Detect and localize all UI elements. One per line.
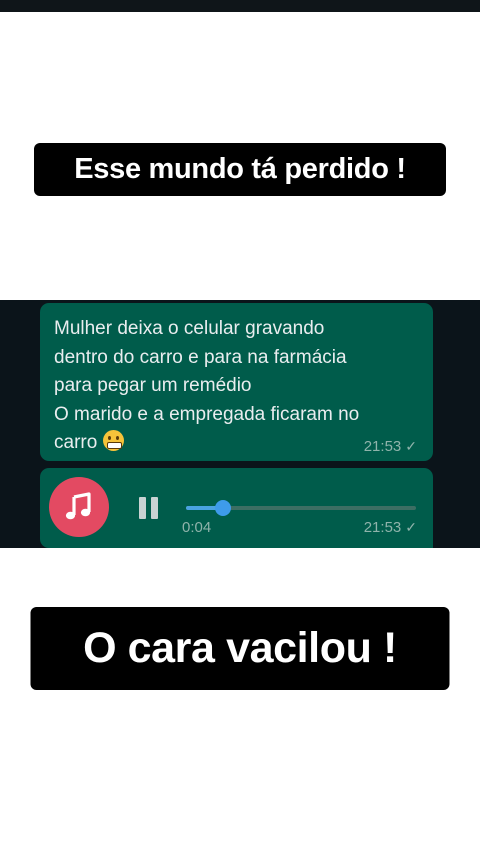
caption-top: Esse mundo tá perdido ! [34, 143, 446, 196]
audio-message-bubble[interactable]: 0:04 21:53 ✓ [40, 468, 433, 548]
text-message-bubble[interactable]: Mulher deixa o celular gravando dentro d… [40, 303, 433, 461]
check-icon: ✓ [405, 519, 417, 535]
music-note-icon [65, 492, 91, 520]
check-icon: ✓ [405, 438, 417, 454]
audio-seek-handle[interactable] [214, 500, 231, 516]
message-text: Mulher deixa o celular gravando dentro d… [54, 318, 360, 453]
audio-progress-track[interactable] [186, 500, 416, 516]
audio-thumbnail[interactable] [49, 477, 109, 537]
audio-meta: 21:53 ✓ [364, 519, 417, 536]
message-time: 21:53 [363, 438, 402, 455]
pause-button[interactable] [139, 497, 163, 519]
audio-time: 21:53 [363, 519, 402, 536]
watermark-icon: ◦ [312, 414, 315, 423]
audio-duration: 0:04 [182, 519, 212, 536]
grimacing-face-emoji [103, 430, 125, 451]
message-text-block: Mulher deixa o celular gravando dentro d… [54, 315, 426, 458]
top-status-strip [0, 0, 480, 12]
chat-screenshot: Mulher deixa o celular gravando dentro d… [0, 300, 480, 548]
caption-bottom: O cara vacilou ! [30, 607, 450, 690]
pause-icon [139, 497, 146, 519]
message-meta: 21:53 ✓ [364, 438, 417, 455]
